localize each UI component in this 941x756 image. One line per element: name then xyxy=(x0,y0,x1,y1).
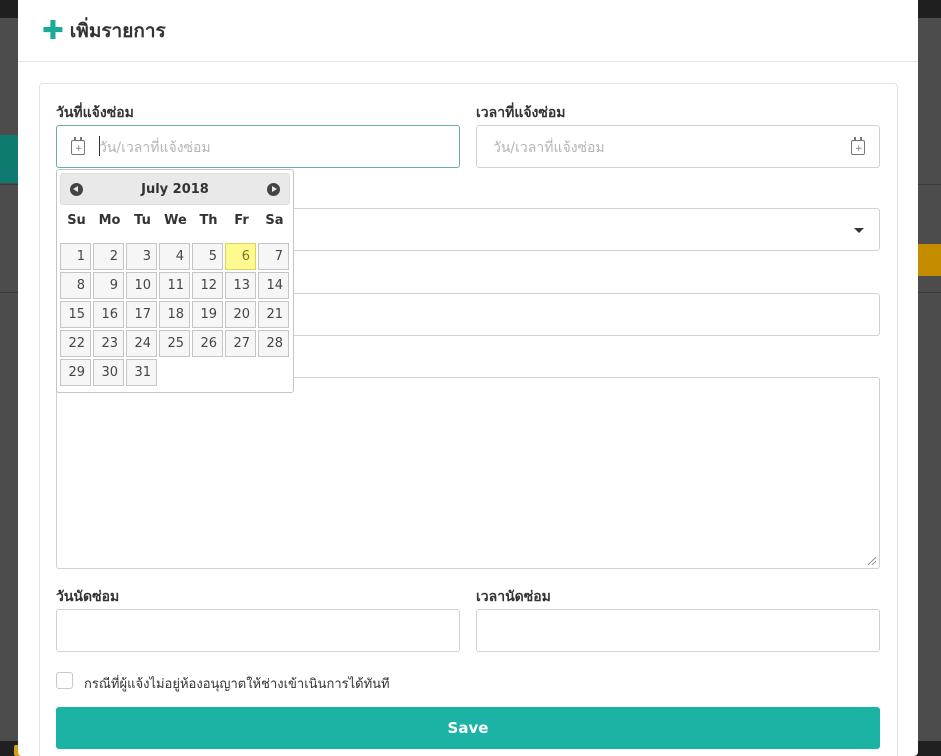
day-cell[interactable]: 27 xyxy=(225,330,256,357)
permission-checkbox-label[interactable]: กรณีที่ผู้แจ้งไม่อยู่ห้องอนุญาตให้ช่างเข… xyxy=(84,673,390,694)
background-divider xyxy=(918,184,941,185)
day-cell-today[interactable]: 6 xyxy=(225,243,256,270)
appointment-time-input[interactable] xyxy=(476,609,880,652)
weekday-header: Mo xyxy=(98,213,121,228)
day-cell[interactable]: 15 xyxy=(60,301,91,328)
weekday-header: Tu xyxy=(134,213,151,228)
modal-title: เพิ่มรายการ xyxy=(69,19,166,42)
dropdown-caret-icon xyxy=(854,228,864,233)
plus-icon: ✚ xyxy=(42,15,64,46)
weekday-header: Fr xyxy=(234,213,249,228)
datepicker-weekday-row: Su Mo Tu We Th Fr Sa xyxy=(60,213,292,228)
permission-checkbox[interactable] xyxy=(56,672,73,689)
next-month-icon[interactable] xyxy=(267,183,280,196)
calendar-icon[interactable]: + xyxy=(851,137,865,155)
report-time-placeholder: วัน/เวลาที่แจ้งซ่อม xyxy=(493,140,605,156)
day-cell[interactable]: 24 xyxy=(126,330,157,357)
day-cell[interactable]: 12 xyxy=(192,272,223,299)
report-date-label: วันที่แจ้งซ่อม xyxy=(56,105,134,121)
resize-grip-icon[interactable] xyxy=(868,557,876,565)
day-cell[interactable]: 28 xyxy=(258,330,289,357)
report-time-input[interactable]: วัน/เวลาที่แจ้งซ่อม + xyxy=(476,125,880,168)
day-cell[interactable]: 20 xyxy=(225,301,256,328)
day-cell[interactable]: 26 xyxy=(192,330,223,357)
description-textarea[interactable] xyxy=(56,377,880,569)
appointment-date-label: วันนัดซ่อม xyxy=(56,589,120,605)
day-cell[interactable]: 17 xyxy=(126,301,157,328)
weekday-header: Sa xyxy=(265,213,284,228)
background-divider xyxy=(0,292,18,293)
day-cell[interactable]: 23 xyxy=(93,330,124,357)
day-cell[interactable]: 29 xyxy=(60,359,91,386)
report-date-input[interactable]: + วัน/เวลาที่แจ้งซ่อม xyxy=(56,125,460,168)
background-divider xyxy=(0,184,18,185)
day-cell[interactable]: 4 xyxy=(159,243,190,270)
day-cell[interactable]: 30 xyxy=(93,359,124,386)
appointment-date-input[interactable] xyxy=(56,609,460,652)
day-cell[interactable]: 10 xyxy=(126,272,157,299)
calendar-icon: + xyxy=(71,137,85,155)
day-cell[interactable]: 1 xyxy=(60,243,91,270)
day-cell[interactable]: 13 xyxy=(225,272,256,299)
weekday-header: Th xyxy=(199,213,218,228)
day-cell[interactable]: 11 xyxy=(159,272,190,299)
datepicker-month-title: July 2018 xyxy=(141,182,209,197)
appointment-time-label: เวลานัดซ่อม xyxy=(476,589,551,605)
day-cell[interactable]: 19 xyxy=(192,301,223,328)
background-divider xyxy=(918,292,941,293)
day-cell[interactable]: 8 xyxy=(60,272,91,299)
day-cell[interactable]: 22 xyxy=(60,330,91,357)
day-cell[interactable]: 25 xyxy=(159,330,190,357)
day-cell[interactable]: 3 xyxy=(126,243,157,270)
day-cell[interactable]: 2 xyxy=(93,243,124,270)
weekday-header: We xyxy=(164,213,187,228)
modal-header: ✚ เพิ่มรายการ xyxy=(18,0,918,62)
report-date-placeholder: วัน/เวลาที่แจ้งซ่อม xyxy=(99,140,211,156)
save-button[interactable]: Save xyxy=(56,707,880,749)
report-time-label: เวลาที่แจ้งซ่อม xyxy=(476,105,566,121)
day-cell[interactable]: 21 xyxy=(258,301,289,328)
day-cell[interactable]: 7 xyxy=(258,243,289,270)
datepicker-popup: July 2018 Su Mo Tu We Th Fr Sa 1 2 3 4 5 6 7 8 9 10 11 12… xyxy=(56,169,294,393)
day-cell[interactable]: 5 xyxy=(192,243,223,270)
background-status-badge xyxy=(918,244,941,276)
day-cell[interactable]: 31 xyxy=(126,359,157,386)
day-cell[interactable]: 16 xyxy=(93,301,124,328)
day-cell[interactable]: 14 xyxy=(258,272,289,299)
day-cell[interactable]: 9 xyxy=(93,272,124,299)
background-green-button xyxy=(0,135,18,183)
datepicker-day-grid: 1 2 3 4 5 6 7 8 9 10 11 12 13 14 15 16 17 18 19 20 21 22 23 24 2… xyxy=(60,243,292,386)
weekday-header: Su xyxy=(67,213,86,228)
day-cell[interactable]: 18 xyxy=(159,301,190,328)
datepicker-header: July 2018 xyxy=(60,173,290,205)
